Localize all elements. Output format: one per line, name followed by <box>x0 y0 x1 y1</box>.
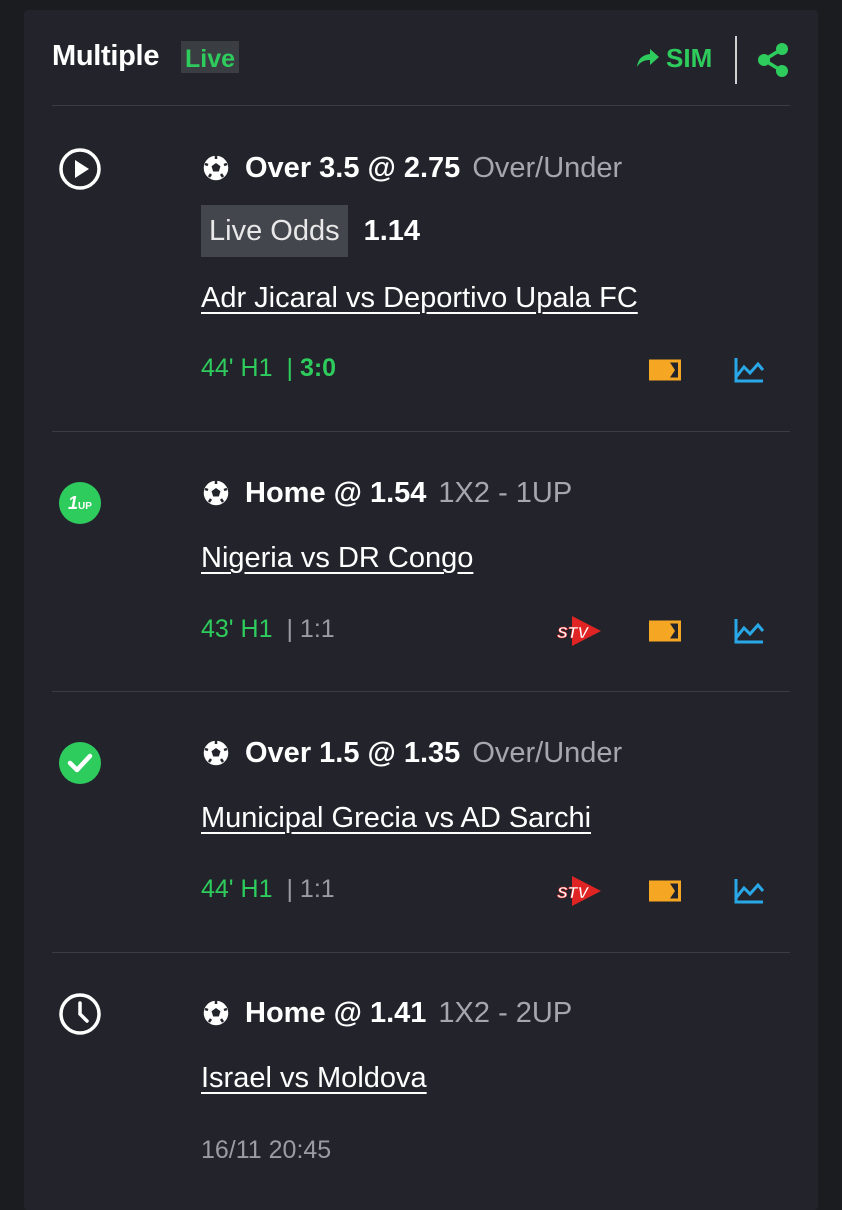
bet-item: 1 UP Home @ 1.54 1X2 - 1UP Nigeria vs DR… <box>24 432 818 692</box>
betslip-title: Multiple <box>52 40 160 72</box>
match-link[interactable]: Nigeria vs DR Congo <box>201 542 473 575</box>
live-odds-row: Live Odds 1.14 <box>201 205 420 257</box>
match-score: | 1:1 <box>286 875 335 903</box>
stv-label: STV <box>557 885 589 902</box>
match-link[interactable]: Israel vs Moldova <box>201 1062 427 1095</box>
bet-item: Over 1.5 @ 1.35 Over/Under Municipal Gre… <box>24 692 818 952</box>
svg-text:UP: UP <box>78 501 92 512</box>
soccer-ball-icon <box>202 479 230 507</box>
share-button[interactable] <box>756 42 790 83</box>
match-tracker-icon[interactable] <box>649 358 681 382</box>
bet-item: Home @ 1.41 1X2 - 2UP Israel vs Moldova … <box>24 953 818 1210</box>
clock-icon <box>59 993 101 1035</box>
soccer-ball-icon <box>202 739 230 767</box>
selection-line: Home @ 1.54 1X2 - 1UP <box>201 475 572 511</box>
one-up-icon: 1 UP <box>59 482 101 524</box>
score-value: 3:0 <box>299 354 337 382</box>
match-link[interactable]: Municipal Grecia vs AD Sarchi <box>201 802 591 835</box>
market-label: Over/Under <box>472 736 623 769</box>
match-minute: 43' H1 <box>201 615 273 643</box>
live-badge: Live <box>181 41 240 73</box>
sim-button[interactable]: SIM <box>636 40 712 76</box>
market-label: 1X2 - 1UP <box>438 476 573 509</box>
selection-line: Home @ 1.41 1X2 - 2UP <box>201 995 572 1031</box>
share-icon <box>758 43 788 77</box>
match-tracker-icon[interactable] <box>649 879 681 903</box>
soccer-ball-icon <box>202 154 230 182</box>
market-label: 1X2 - 2UP <box>438 996 573 1029</box>
stats-chart-icon[interactable] <box>733 877 765 905</box>
match-time-line: 44' H1 | 3:0 <box>201 354 336 383</box>
match-minute: 44' H1 <box>201 875 273 903</box>
check-circle-icon <box>59 742 101 784</box>
svg-text:1: 1 <box>68 493 78 513</box>
stats-chart-icon[interactable] <box>733 617 765 645</box>
match-time-line: 43' H1 | 1:1 <box>201 615 335 644</box>
match-tracker-icon[interactable] <box>649 619 681 643</box>
score-separator: | <box>286 354 293 382</box>
selection-line: Over 1.5 @ 1.35 Over/Under <box>201 735 622 771</box>
selection-label: Over 1.5 @ 1.35 <box>245 736 461 769</box>
match-minute: 44' H1 <box>201 354 273 382</box>
header-divider <box>735 36 737 84</box>
betslip-card: Multiple Live SIM Over 3.5 @ 2.75 Over/U… <box>24 10 818 1210</box>
match-score: | 1:1 <box>286 615 335 643</box>
market-label: Over/Under <box>472 151 623 184</box>
match-score: | 3:0 <box>286 354 336 383</box>
stv-label: STV <box>557 625 589 642</box>
match-time-line: 44' H1 | 1:1 <box>201 875 335 904</box>
stv-icon[interactable]: STV <box>554 874 604 913</box>
betslip-header: Multiple Live SIM <box>24 10 818 106</box>
selection-label: Over 3.5 @ 2.75 <box>245 151 461 184</box>
stats-chart-icon[interactable] <box>733 356 765 384</box>
selection-label: Home @ 1.54 <box>245 476 427 509</box>
stv-icon[interactable]: STV <box>554 614 604 653</box>
match-link[interactable]: Adr Jicaral vs Deportivo Upala FC <box>201 282 638 315</box>
bet-item: Over 3.5 @ 2.75 Over/Under Live Odds 1.1… <box>24 106 818 432</box>
live-odds-value: 1.14 <box>363 214 421 247</box>
play-circle-icon <box>59 148 101 190</box>
live-odds-label: Live Odds <box>201 205 348 257</box>
kickoff-time: 16/11 20:45 <box>201 1136 332 1164</box>
selection-label: Home @ 1.41 <box>245 996 427 1029</box>
soccer-ball-icon <box>202 999 230 1027</box>
sim-label: SIM <box>666 42 713 73</box>
share-arrow-icon <box>637 49 659 67</box>
selection-line: Over 3.5 @ 2.75 Over/Under <box>201 150 622 186</box>
